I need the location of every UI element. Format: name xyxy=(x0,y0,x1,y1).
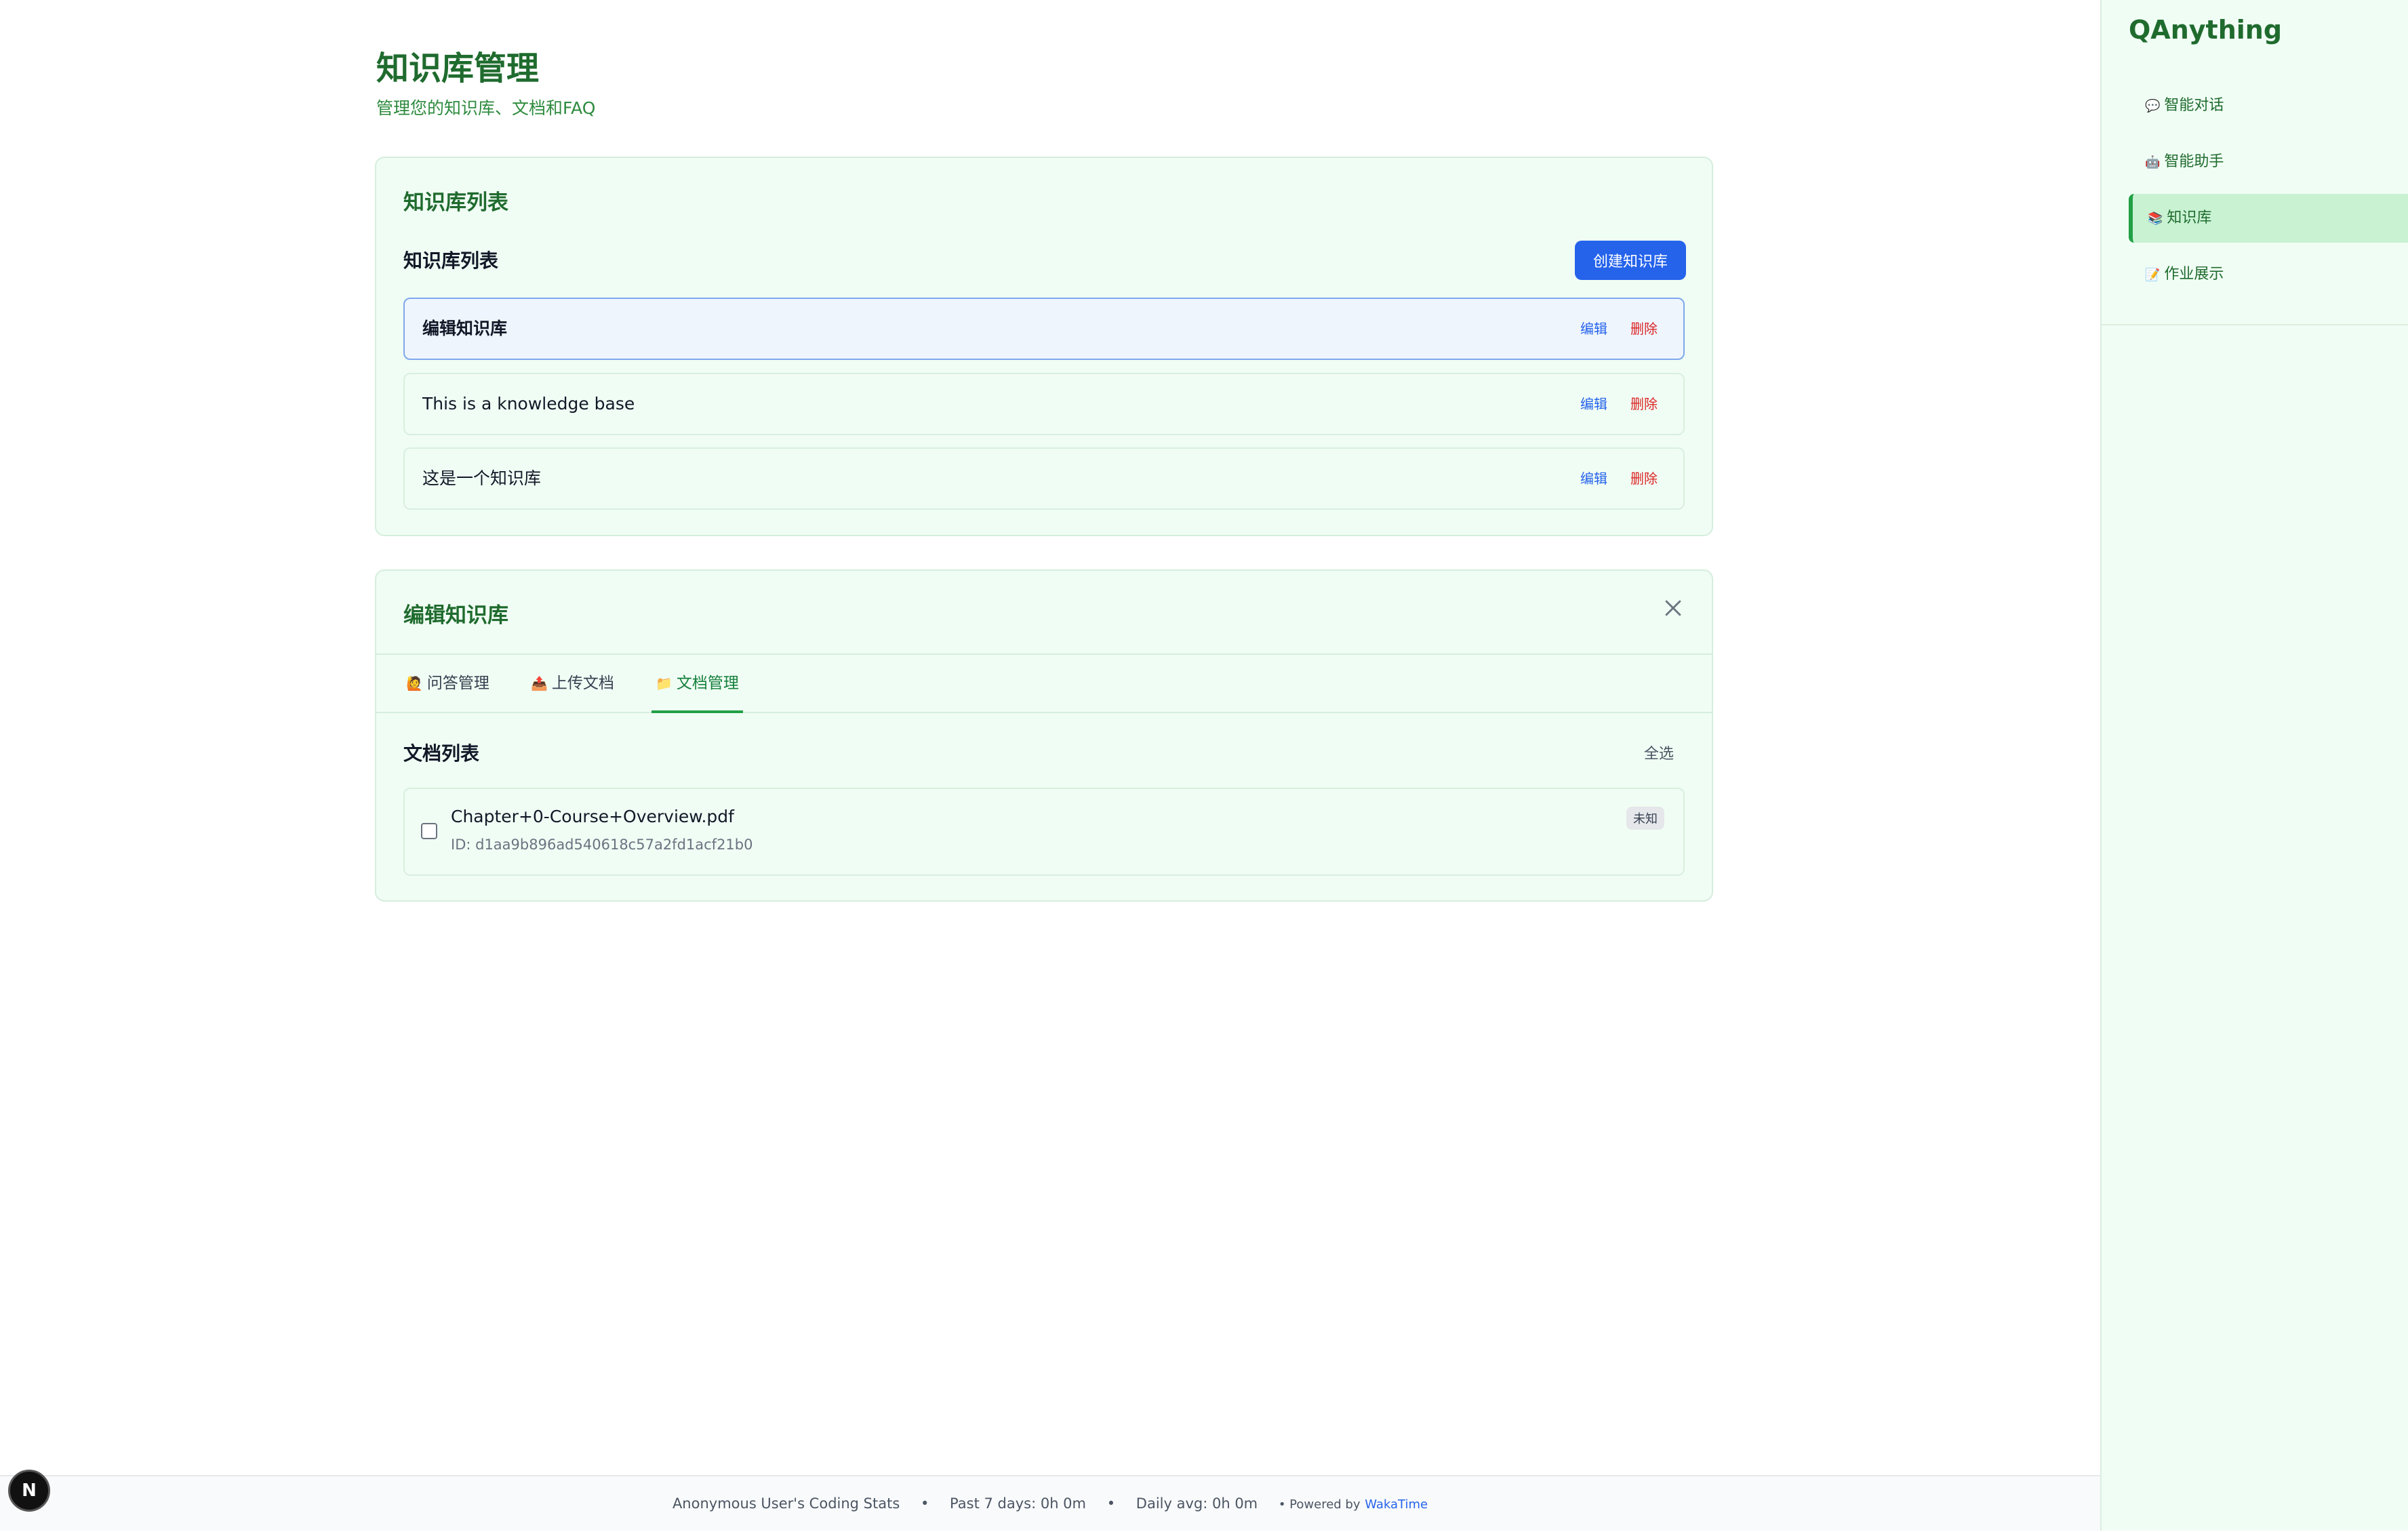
select-all-button[interactable]: 全选 xyxy=(1644,742,1674,763)
kb-edit-button[interactable]: 编辑 xyxy=(1580,449,1607,508)
footer-stats-title: Anonymous User's Coding Stats xyxy=(672,1495,900,1512)
kb-delete-button[interactable]: 删除 xyxy=(1630,449,1658,508)
page-subtitle: 管理您的知识库、文档和FAQ xyxy=(376,98,596,118)
memo-icon: 📝 xyxy=(2145,268,2161,282)
tab-qa-management[interactable]: 🙋 问答管理 xyxy=(406,655,489,712)
doc-list-heading: 文档列表 xyxy=(403,742,480,765)
footer-powered-by: • Powered by xyxy=(1278,1497,1361,1512)
kb-list-card: 知识库列表 知识库列表 创建知识库 编辑知识库 编辑 删除 This is a … xyxy=(375,157,1713,536)
nextjs-devtools-badge[interactable]: N xyxy=(8,1470,50,1512)
doc-name: Chapter+0-Course+Overview.pdf xyxy=(451,807,734,826)
tab-label: 文档管理 xyxy=(676,674,739,692)
books-icon: 📚 xyxy=(2148,211,2163,226)
sidebar: QAnything 💬 智能对话 🤖 智能助手 📚 知识库 📝 作业展示 xyxy=(2100,0,2408,1531)
sidebar-item-knowledge-base[interactable]: 📚 知识库 xyxy=(2129,194,2408,243)
footer-daily-avg: Daily avg: 0h 0m xyxy=(1136,1495,1258,1512)
qa-icon: 🙋 xyxy=(406,675,423,691)
footer-stats: Anonymous User's Coding Stats • Past 7 d… xyxy=(0,1476,2100,1532)
tab-label: 问答管理 xyxy=(426,674,489,692)
footer-past-7-days: Past 7 days: 0h 0m xyxy=(950,1495,1087,1512)
doc-checkbox[interactable] xyxy=(421,823,437,839)
kb-list-item[interactable]: 这是一个知识库 编辑 删除 xyxy=(403,447,1685,510)
folder-icon: 📁 xyxy=(656,675,673,691)
doc-id: ID: d1aa9b896ad540618c57a2fd1acf21b0 xyxy=(451,836,753,853)
kb-item-name: This is a knowledge base xyxy=(422,394,635,414)
edit-kb-card-title: 编辑知识库 xyxy=(403,603,508,628)
brand-logo[interactable]: QAnything xyxy=(2129,15,2282,45)
footer-separator: • xyxy=(1106,1495,1116,1512)
tabs-bar: 🙋 问答管理 📤 上传文档 📁 文档管理 xyxy=(376,653,1712,713)
sidebar-item-label: 知识库 xyxy=(2167,209,2212,226)
edit-kb-card: 编辑知识库 🙋 问答管理 📤 上传文档 📁 文档管理 文档列表 全选 Chapter+… xyxy=(375,569,1713,902)
kb-delete-button[interactable]: 删除 xyxy=(1630,374,1658,434)
kb-list-item[interactable]: This is a knowledge base 编辑 删除 xyxy=(403,373,1685,435)
robot-icon: 🤖 xyxy=(2145,155,2161,169)
sidebar-item-label: 作业展示 xyxy=(2164,266,2224,283)
kb-list-heading: 知识库列表 xyxy=(403,249,499,272)
page-title: 知识库管理 xyxy=(376,49,540,87)
sidebar-item-label: 智能助手 xyxy=(2164,153,2224,170)
sidebar-item-chat[interactable]: 💬 智能对话 xyxy=(2129,81,2408,130)
wakatime-link[interactable]: WakaTime xyxy=(1365,1497,1428,1512)
kb-list-card-title: 知识库列表 xyxy=(403,190,508,215)
chat-bubble-icon: 💬 xyxy=(2145,99,2161,113)
kb-edit-button[interactable]: 编辑 xyxy=(1580,299,1607,359)
create-kb-button[interactable]: 创建知识库 xyxy=(1575,241,1686,280)
kb-edit-button[interactable]: 编辑 xyxy=(1580,374,1607,434)
doc-status-badge: 未知 xyxy=(1626,807,1664,830)
upload-icon: 📤 xyxy=(531,675,548,691)
footer-separator: • xyxy=(920,1495,929,1512)
tab-document-management[interactable]: 📁 文档管理 xyxy=(651,655,743,713)
sidebar-divider xyxy=(2102,324,2408,325)
kb-list-item[interactable]: 编辑知识库 编辑 删除 xyxy=(403,298,1685,360)
sidebar-item-homework[interactable]: 📝 作业展示 xyxy=(2129,250,2408,299)
kb-delete-button[interactable]: 删除 xyxy=(1630,299,1658,359)
kb-item-name: 编辑知识库 xyxy=(422,319,508,338)
close-icon[interactable] xyxy=(1662,597,1685,620)
kb-item-name: 这是一个知识库 xyxy=(422,468,542,488)
sidebar-item-label: 智能对话 xyxy=(2164,97,2224,114)
footer: Anonymous User's Coding Stats • Past 7 d… xyxy=(0,1475,2100,1531)
sidebar-item-assistant[interactable]: 🤖 智能助手 xyxy=(2129,138,2408,186)
doc-list-item: Chapter+0-Course+Overview.pdf ID: d1aa9b… xyxy=(403,788,1685,876)
tab-label: 上传文档 xyxy=(551,674,614,692)
tab-upload-documents[interactable]: 📤 上传文档 xyxy=(531,655,614,712)
main-content: 知识库管理 管理您的知识库、文档和FAQ 知识库列表 知识库列表 创建知识库 编… xyxy=(0,0,2100,1475)
